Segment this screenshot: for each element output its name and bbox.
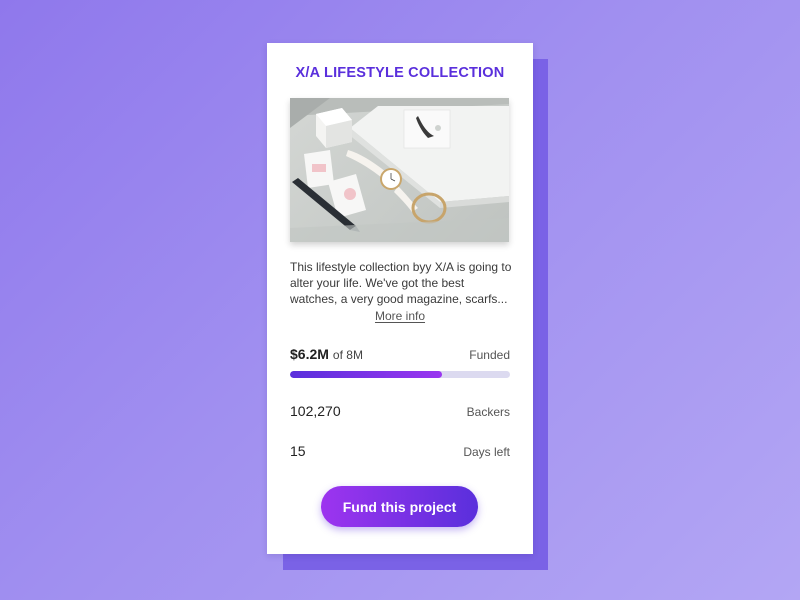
days-left-count: 15 bbox=[290, 443, 306, 459]
more-info-container: More info bbox=[267, 307, 533, 325]
funded-amount: $6.2M bbox=[290, 346, 329, 362]
funding-amount-group: $6.2M of 8M bbox=[290, 346, 363, 364]
more-info-link[interactable]: More info bbox=[375, 309, 425, 323]
funding-goal: of 8M bbox=[332, 348, 363, 362]
funding-row: $6.2M of 8M Funded bbox=[290, 346, 510, 364]
days-left-label: Days left bbox=[463, 445, 510, 459]
funding-progress-fill bbox=[290, 371, 442, 378]
backers-row: 102,270 Backers bbox=[290, 403, 510, 419]
funded-label: Funded bbox=[469, 348, 510, 362]
card-title: X/A LIFESTYLE COLLECTION bbox=[295, 65, 505, 81]
product-photo-illustration bbox=[290, 98, 509, 242]
backers-label: Backers bbox=[466, 405, 510, 419]
days-left-row: 15 Days left bbox=[290, 443, 510, 459]
project-card: X/A LIFESTYLE COLLECTION This lifestyle … bbox=[267, 43, 533, 554]
fund-project-button[interactable]: Fund this project bbox=[321, 486, 478, 527]
project-description: This lifestyle collection byy X/A is goi… bbox=[290, 260, 512, 306]
funding-progress-bar bbox=[290, 371, 510, 378]
product-photo bbox=[290, 98, 509, 242]
backers-count: 102,270 bbox=[290, 403, 341, 419]
